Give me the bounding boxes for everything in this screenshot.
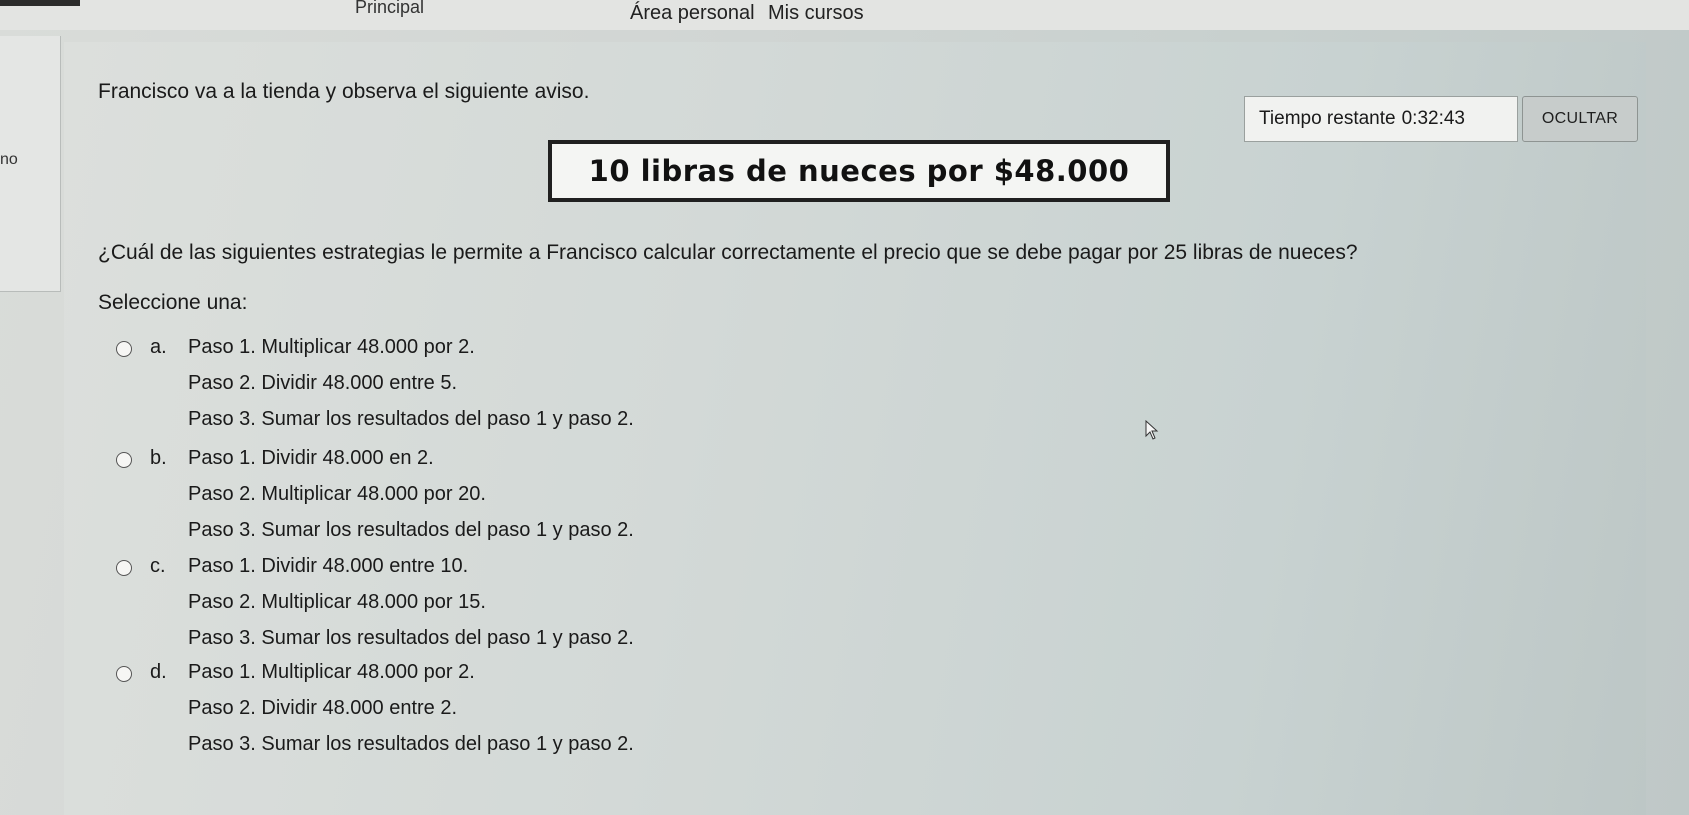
nav-item-principal[interactable]: Principal: [355, 0, 424, 16]
option-letter: b.: [150, 447, 167, 469]
option-step: Paso 2. Dividir 48.000 entre 2.: [188, 697, 458, 719]
radio-button-b[interactable]: [116, 452, 132, 468]
quiz-timer: Tiempo restante 0:32:43: [1244, 96, 1518, 142]
site-logo[interactable]: [0, 0, 80, 6]
option-step: Paso 1. Multiplicar 48.000 por 2.: [188, 661, 475, 683]
option-step: Paso 2. Dividir 48.000 entre 5.: [188, 372, 458, 394]
option-letter: a.: [150, 336, 167, 358]
option-letter: d.: [150, 661, 167, 683]
option-step: Paso 1. Multiplicar 48.000 por 2.: [188, 336, 475, 358]
nav-item-mis-cursos[interactable]: Mis cursos: [768, 2, 864, 25]
option-letter: c.: [150, 555, 166, 577]
radio-button-a[interactable]: [116, 341, 132, 357]
nav-item-area-personal[interactable]: Área personal: [630, 2, 755, 25]
quiz-navigation-panel: no: [0, 36, 61, 292]
timer-value: 0:32:43: [1401, 108, 1465, 129]
option-step: Paso 2. Multiplicar 48.000 por 15.: [188, 591, 486, 613]
option-step: Paso 3. Sumar los resultados del paso 1 …: [188, 733, 634, 755]
timer-label: Tiempo restante: [1259, 108, 1396, 129]
store-notice-image: 10 libras de nueces por $48.000: [548, 140, 1170, 202]
option-step: Paso 3. Sumar los resultados del paso 1 …: [188, 519, 634, 541]
mouse-cursor-icon: [1145, 420, 1159, 440]
hide-timer-button[interactable]: OCULTAR: [1522, 96, 1638, 142]
top-navbar: Principal Área personal Mis cursos: [0, 0, 1689, 30]
option-step: Paso 3. Sumar los resultados del paso 1 …: [188, 627, 634, 649]
option-step: Paso 3. Sumar los resultados del paso 1 …: [188, 408, 634, 430]
option-step: Paso 1. Dividir 48.000 en 2.: [188, 447, 434, 469]
radio-button-c[interactable]: [116, 560, 132, 576]
option-step: Paso 2. Multiplicar 48.000 por 20.: [188, 483, 486, 505]
select-one-prompt: Seleccione una:: [98, 291, 248, 314]
radio-button-d[interactable]: [116, 666, 132, 682]
question-text: ¿Cuál de las siguientes estrategias le p…: [98, 241, 1358, 264]
option-step: Paso 1. Dividir 48.000 entre 10.: [188, 555, 469, 577]
quiz-navigation-label: no: [0, 151, 18, 168]
question-intro: Francisco va a la tienda y observa el si…: [98, 80, 590, 103]
